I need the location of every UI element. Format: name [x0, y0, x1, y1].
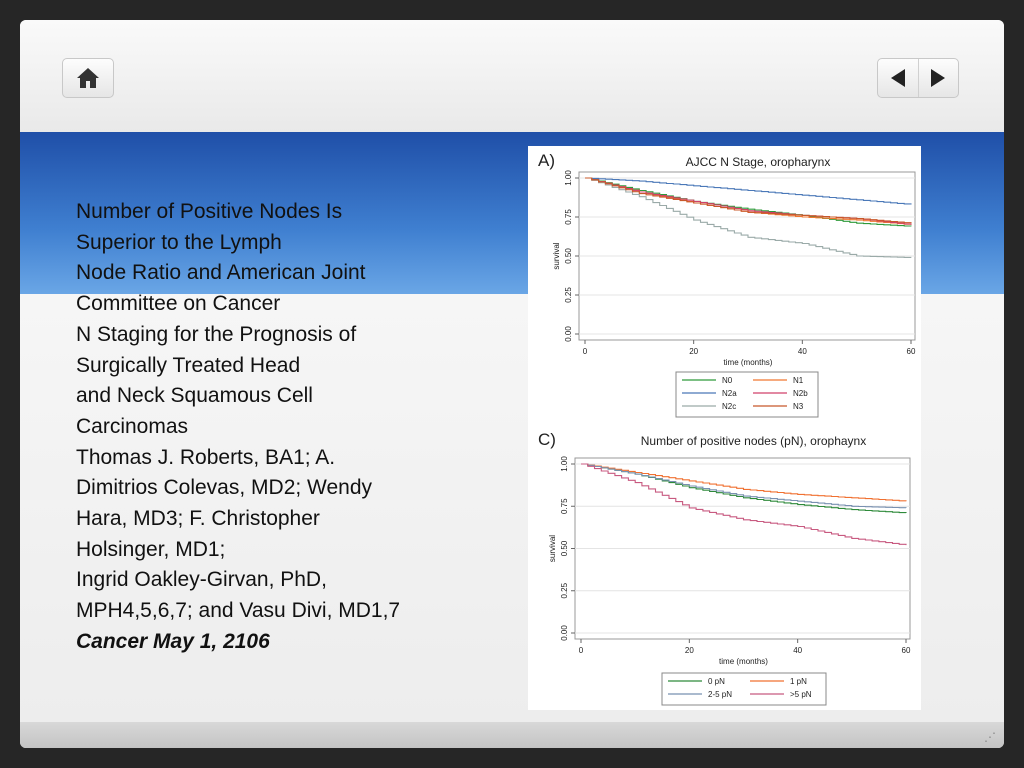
title-line: Number of Positive Nodes Is [76, 200, 343, 223]
y-tick-label: 0.25 [560, 582, 569, 598]
title-line: Ingrid Oakley-Girvan, PhD, [76, 568, 327, 592]
y-tick-label: 1.00 [560, 456, 569, 472]
title-line: N Staging for the Prognosis of [76, 322, 357, 346]
legend-label: N2a [722, 389, 737, 398]
y-axis-label: survival [552, 242, 561, 269]
title-line: Hara, MD3; F. Christopher [76, 507, 320, 531]
next-slide-button[interactable] [919, 59, 959, 97]
x-tick-label: 40 [798, 347, 807, 356]
x-axis-label: time (months) [719, 657, 768, 666]
title-line: Thomas J. Roberts, BA1; A. [76, 445, 336, 469]
y-tick-label: 0.50 [564, 248, 573, 264]
x-tick-label: 40 [793, 646, 802, 655]
legend-label: N2c [722, 402, 736, 411]
legend-label: >5 pN [790, 690, 812, 699]
title-line: Committee on Cancer [76, 292, 281, 316]
panel-label: C) [538, 430, 556, 449]
y-tick-label: 0.00 [560, 625, 569, 641]
previous-slide-button[interactable] [878, 59, 919, 97]
legend-label: 0 pN [708, 677, 725, 686]
legend-label: N3 [793, 402, 804, 411]
legend-label: 1 pN [790, 677, 807, 686]
chart-title: AJCC N Stage, oropharynx [686, 155, 831, 169]
series-line-1 [585, 177, 912, 225]
y-tick-label: 0.25 [564, 287, 573, 303]
x-tick-label: 20 [685, 646, 694, 655]
legend-label: 2-5 pN [708, 690, 732, 699]
x-tick-label: 20 [689, 347, 698, 356]
title-line: Holsinger, MD1; [76, 537, 226, 561]
y-tick-label: 0.75 [564, 209, 573, 225]
x-tick-label: 60 [902, 646, 911, 655]
panel-label: A) [538, 151, 555, 170]
x-tick-label: 0 [579, 646, 584, 655]
title-line: and Neck Squamous Cell [76, 384, 313, 408]
header-bar [20, 20, 1004, 132]
slide-navigation [877, 58, 959, 98]
chart-title: Number of positive nodes (pN), orophaynx [641, 434, 866, 448]
x-tick-label: 0 [583, 347, 588, 356]
home-button[interactable] [62, 58, 114, 98]
citation: Cancer May 1, 2106 [76, 629, 270, 653]
triangle-left-icon [890, 69, 905, 87]
series-line-2 [581, 463, 907, 509]
chart-positive-nodes: C) Number of positive nodes (pN), orophay… [528, 425, 921, 710]
triangle-right-icon [931, 69, 946, 87]
y-tick-label: 0.75 [560, 498, 569, 514]
x-tick-label: 60 [907, 347, 916, 356]
series-line-3 [581, 463, 907, 546]
title-line: MPH4,5,6,7; and Vasu Divi, MD1,7 [76, 599, 401, 623]
title-line: Node Ratio and American Joint [76, 261, 366, 285]
home-icon [77, 68, 99, 88]
y-tick-label: 0.50 [560, 540, 569, 556]
legend-label: N0 [722, 376, 733, 385]
x-axis-label: time (months) [724, 358, 773, 367]
y-tick-label: 0.00 [564, 326, 573, 342]
legend-label: N2b [793, 389, 808, 398]
legend-label: N1 [793, 376, 804, 385]
series-line-5 [585, 177, 912, 224]
title-line: Superior to the Lymph [76, 230, 282, 254]
y-tick-label: 1.00 [564, 170, 573, 186]
title-line: Surgically Treated Head [76, 353, 301, 377]
title-line: Carcinomas [76, 414, 189, 438]
slide-text: Number of Positive Nodes Is Superior to t… [76, 197, 496, 658]
title-line: Dimitrios Colevas, MD2; Wendy [76, 476, 373, 500]
series-line-3 [585, 177, 912, 225]
y-axis-label: survival [548, 535, 557, 562]
resize-grip-icon[interactable]: ⋰ [984, 730, 996, 744]
footer-bar: ⋰ [20, 722, 1004, 748]
chart-ajcc-n-stage: A) AJCC N Stage, oropharynx 0.00 0.25 0.50 0.… [528, 146, 921, 426]
